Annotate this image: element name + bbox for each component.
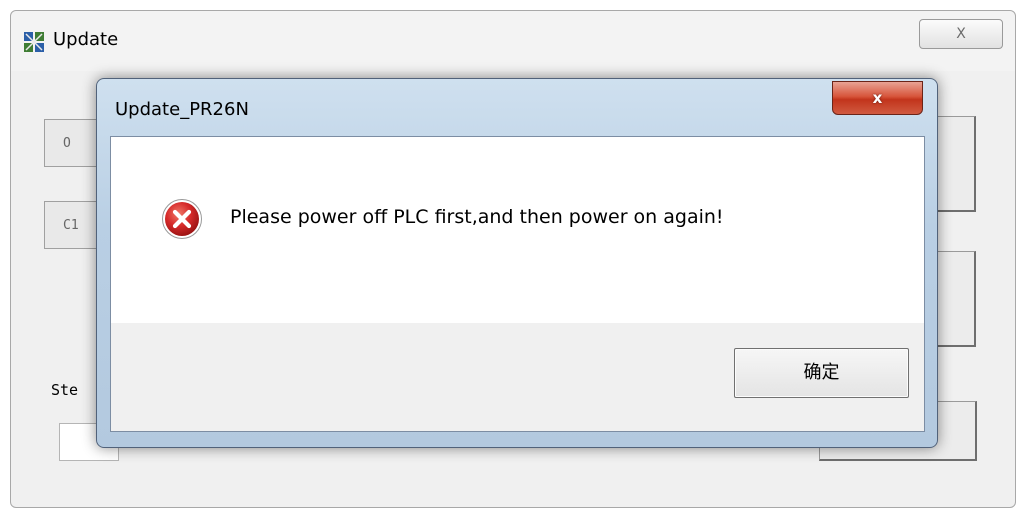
error-icon [162, 199, 202, 239]
dialog-close-button[interactable]: x [832, 81, 923, 115]
dialog-content: Please power off PLC first,and then powe… [110, 136, 925, 432]
update-title-bar: Update X [11, 11, 1015, 71]
message-area: Please power off PLC first,and then powe… [111, 137, 924, 323]
app-icon [24, 32, 44, 52]
update-close-button[interactable]: X [919, 19, 1003, 49]
close-icon: X [956, 26, 966, 42]
close-icon: x [872, 89, 883, 107]
error-message: Please power off PLC first,and then powe… [230, 206, 724, 228]
dialog-title: Update_PR26N [115, 99, 249, 120]
error-dialog: Update_PR26N x Please power off PLC firs… [96, 78, 938, 448]
ok-button[interactable]: 确定 [734, 348, 909, 398]
update-window-title: Update [53, 29, 119, 50]
step-label: Ste [51, 381, 79, 399]
